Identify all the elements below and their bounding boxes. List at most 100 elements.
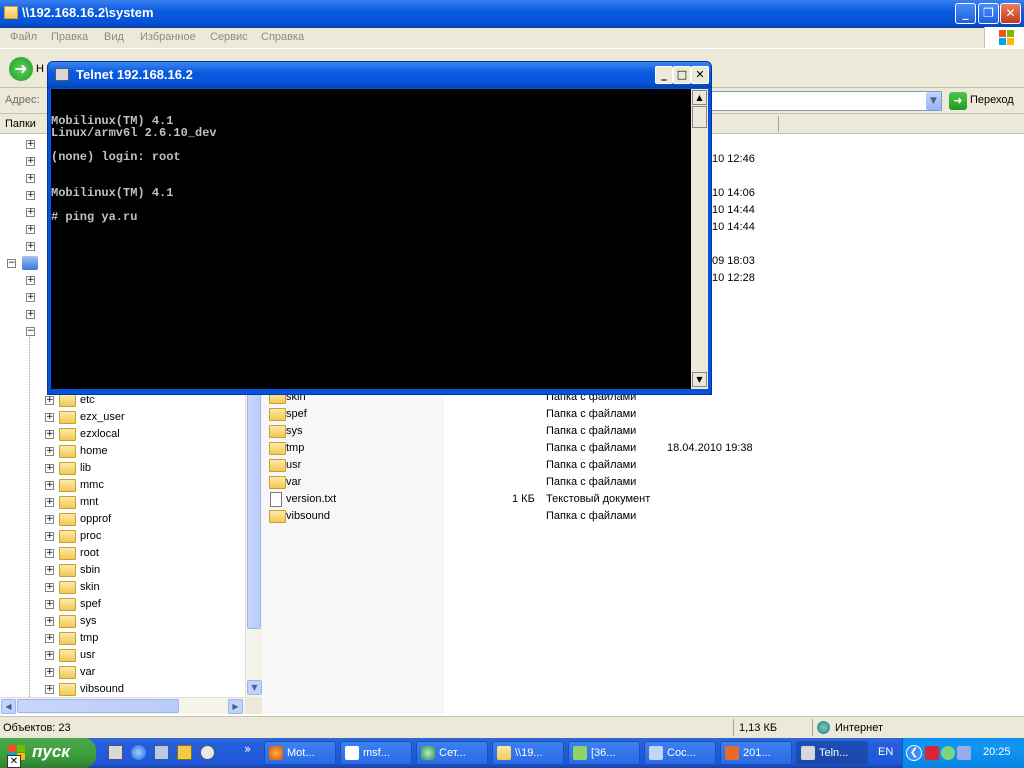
menu-favorites[interactable]: Избранное xyxy=(140,31,196,43)
folder-icon xyxy=(269,425,286,438)
folder-icon xyxy=(59,649,76,662)
telnet-minimize-button[interactable]: _ xyxy=(655,66,673,84)
chevron-right-icon[interactable]: » xyxy=(244,742,251,756)
expand-icon[interactable]: + xyxy=(26,157,35,166)
taskbar-button[interactable]: \\19... xyxy=(492,741,564,765)
minimize-button[interactable]: _ xyxy=(955,3,976,24)
taskbar-button-telnet[interactable]: Teln... xyxy=(796,741,868,765)
taskbar-button[interactable]: Сет... xyxy=(416,741,488,765)
language-indicator[interactable]: EN xyxy=(878,746,893,758)
collapse-icon[interactable]: − xyxy=(7,259,16,268)
folder-icon xyxy=(59,564,76,577)
media-icon[interactable] xyxy=(154,745,169,760)
utility-icon[interactable] xyxy=(177,745,192,760)
tree-item-lib[interactable]: + lib xyxy=(0,460,230,477)
status-bar: Объектов: 23 1,13 КБ Интернет xyxy=(0,716,1024,738)
clock[interactable]: 20:25 xyxy=(983,746,1011,758)
tray-icon[interactable] xyxy=(957,746,971,760)
tree-item-opprof[interactable]: + opprof xyxy=(0,511,230,528)
tree-item-usr[interactable]: + usr xyxy=(0,647,230,664)
scroll-down-icon[interactable]: ▼ xyxy=(692,372,707,387)
expand-icon[interactable]: + xyxy=(26,208,35,217)
tree-item-ezxlocal[interactable]: + ezxlocal xyxy=(0,426,230,443)
tree-item-root[interactable]: + root xyxy=(0,545,230,562)
back-arrow-icon[interactable]: ➜ xyxy=(9,57,33,81)
list-item[interactable]: usr Папка с файлами xyxy=(262,457,962,474)
connection-icon xyxy=(649,746,663,760)
folders-tab[interactable]: Папки xyxy=(5,118,36,130)
list-item[interactable]: version.txt 1 КБ Текстовый документ xyxy=(262,491,962,508)
tree-horizontal-scrollbar[interactable]: ◀ ▶ xyxy=(0,697,245,714)
expand-icon[interactable]: + xyxy=(26,140,35,149)
scroll-thumb[interactable] xyxy=(247,354,261,629)
scroll-thumb[interactable] xyxy=(692,106,707,128)
expand-icon[interactable]: + xyxy=(26,310,35,319)
menu-bar: Файл Правка Вид Избранное Сервис Справка xyxy=(0,28,1024,48)
expand-icon[interactable]: + xyxy=(26,225,35,234)
date-cell: 10 12:46 xyxy=(712,153,755,165)
scroll-right-icon[interactable]: ▶ xyxy=(228,699,243,714)
chevron-down-icon[interactable]: ▼ xyxy=(926,92,941,110)
scroll-down-icon[interactable]: ▼ xyxy=(247,680,262,695)
tree-item-skin[interactable]: + skin xyxy=(0,579,230,596)
address-input[interactable] xyxy=(710,91,942,111)
tree-item-home[interactable]: + home xyxy=(0,443,230,460)
close-button[interactable]: ✕ xyxy=(1000,3,1021,24)
tree-item-ezx_user[interactable]: + ezx_user xyxy=(0,409,230,426)
telnet-title-bar[interactable]: Telnet 192.168.16.2 _ □ ✕ xyxy=(48,62,711,88)
taskbar-button[interactable]: msf... xyxy=(340,741,412,765)
tray-expand-icon[interactable]: ❮ xyxy=(906,745,922,761)
list-item[interactable]: spef Папка с файлами xyxy=(262,406,962,423)
go-button[interactable]: Переход xyxy=(970,94,1014,106)
folder-icon xyxy=(59,632,76,645)
tree-item-sys[interactable]: + sys xyxy=(0,613,230,630)
ie-icon[interactable] xyxy=(131,745,146,760)
tree-item-vibsound[interactable]: + vibsound xyxy=(0,681,230,698)
menu-edit[interactable]: Правка xyxy=(51,31,88,43)
console-scrollbar[interactable]: ▲ ▼ xyxy=(691,89,708,389)
tree-item-mnt[interactable]: + mnt xyxy=(0,494,230,511)
taskbar-button[interactable]: [36... xyxy=(568,741,640,765)
taskbar-button[interactable]: Coc... xyxy=(644,741,716,765)
tree-item-spef[interactable]: + spef xyxy=(0,596,230,613)
telnet-window: Telnet 192.168.16.2 _ □ ✕ Mobilinux(TM) … xyxy=(47,61,712,395)
expand-icon[interactable]: + xyxy=(26,191,35,200)
menu-view[interactable]: Вид xyxy=(104,31,124,43)
tray-icon[interactable] xyxy=(941,746,955,760)
tree-item-tmp[interactable]: + tmp xyxy=(0,630,230,647)
telnet-close-button[interactable]: ✕ xyxy=(691,66,709,84)
settings-icon[interactable] xyxy=(200,745,215,760)
back-button-label[interactable]: Н xyxy=(36,63,44,75)
scroll-left-icon[interactable]: ◀ xyxy=(1,699,16,714)
expand-icon[interactable]: + xyxy=(26,293,35,302)
taskbar-button[interactable]: 201... xyxy=(720,741,792,765)
menu-tools[interactable]: Сервис xyxy=(210,31,248,43)
telnet-console[interactable]: Mobilinux(TM) 4.1 Linux/armv6l 2.6.10_de… xyxy=(51,89,691,389)
expand-icon[interactable]: + xyxy=(26,242,35,251)
taskbar-button[interactable]: Mot... xyxy=(264,741,336,765)
maximize-button[interactable]: ❐ xyxy=(978,3,999,24)
list-item[interactable]: sys Папка с файлами xyxy=(262,423,962,440)
list-item[interactable]: vibsound Папка с файлами xyxy=(262,508,962,525)
collapse-icon[interactable]: − xyxy=(26,327,35,336)
go-arrow-icon[interactable]: ➜ xyxy=(949,92,967,110)
tree-item-proc[interactable]: + proc xyxy=(0,528,230,545)
explorer-title-bar[interactable]: \\192.168.16.2\system _ ❐ ✕ xyxy=(0,0,1024,28)
folder-icon xyxy=(59,598,76,611)
scroll-up-icon[interactable]: ▲ xyxy=(692,90,707,105)
folder-icon xyxy=(59,394,76,407)
expand-icon[interactable]: + xyxy=(26,174,35,183)
close-icon[interactable]: ✕ xyxy=(7,755,21,768)
expand-icon[interactable]: + xyxy=(26,276,35,285)
tree-item-mmc[interactable]: + mmc xyxy=(0,477,230,494)
list-item[interactable]: var Папка с файлами xyxy=(262,474,962,491)
menu-file[interactable]: Файл xyxy=(10,31,37,43)
tree-item-var[interactable]: + var xyxy=(0,664,230,681)
scroll-thumb[interactable] xyxy=(17,699,179,713)
telnet-maximize-button[interactable]: □ xyxy=(673,66,691,84)
list-item[interactable]: tmp Папка с файлами 18.04.2010 19:38 xyxy=(262,440,962,457)
menu-help[interactable]: Справка xyxy=(261,31,304,43)
tray-icon[interactable] xyxy=(925,746,939,760)
tree-item-sbin[interactable]: + sbin xyxy=(0,562,230,579)
show-desktop-icon[interactable] xyxy=(108,745,123,760)
